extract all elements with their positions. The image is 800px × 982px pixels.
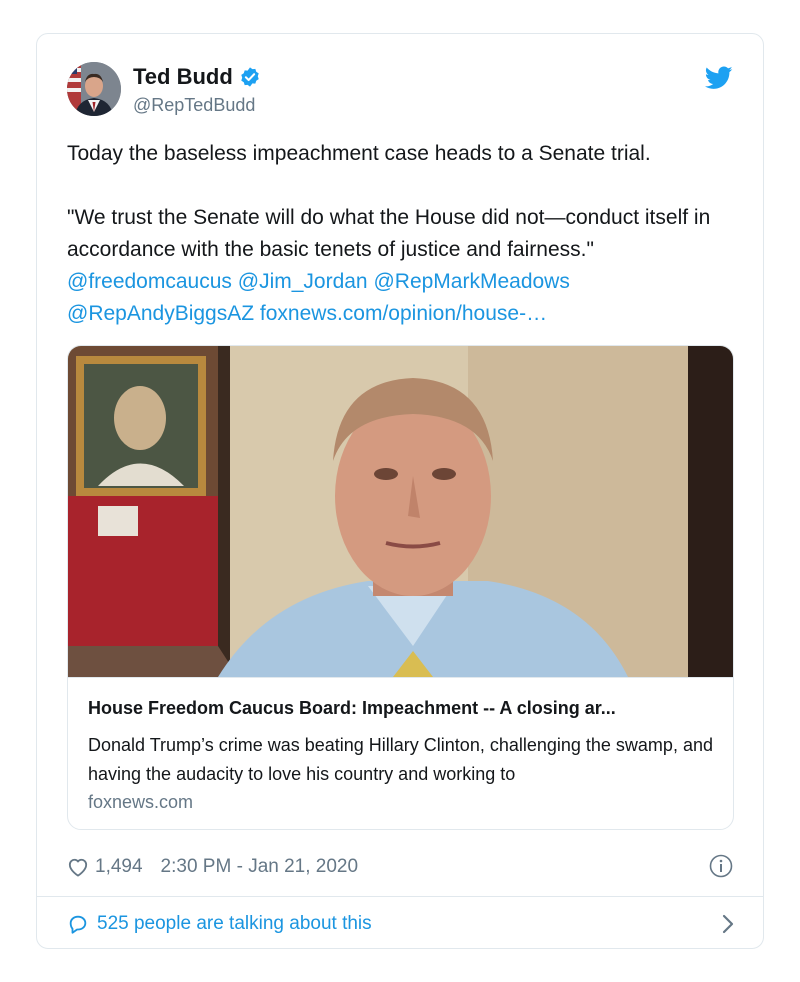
link-preview-card[interactable]: House Freedom Caucus Board: Impeachment … <box>67 345 734 830</box>
info-icon[interactable] <box>709 854 733 878</box>
conversation-link[interactable]: 525 people are talking about this <box>67 908 735 940</box>
mention-repandybiggsaz[interactable]: @RepAndyBiggsAZ <box>67 302 254 325</box>
author-name[interactable]: Ted Budd <box>133 64 261 90</box>
mention-jim-jordan[interactable]: @Jim_Jordan <box>238 270 368 293</box>
talking-count[interactable]: 525 people are talking about this <box>97 913 372 935</box>
author-handle[interactable]: @RepTedBudd <box>133 95 255 116</box>
tweet-line: Today the baseless impeachment case head… <box>67 142 651 165</box>
card-domain: foxnews.com <box>88 792 194 812</box>
speech-bubble-icon <box>69 915 87 934</box>
like-count[interactable]: 1,494 <box>95 856 143 878</box>
tweet-embed: Ted Budd @RepTedBudd Today the baseless … <box>36 33 764 949</box>
card-image[interactable] <box>68 346 734 677</box>
author-name-text[interactable]: Ted Budd <box>133 64 233 90</box>
card-body[interactable]: House Freedom Caucus Board: Impeachment … <box>68 677 733 829</box>
verified-badge-icon <box>241 67 259 87</box>
card-description: Donald Trump’s crime was beating Hillary… <box>88 735 713 784</box>
twitter-bird-icon[interactable] <box>705 66 733 90</box>
avatar[interactable] <box>67 62 121 116</box>
mention-freedomcaucus[interactable]: @freedomcaucus <box>67 270 232 293</box>
tweet-quote: "We trust the Senate will do what the Ho… <box>67 206 711 261</box>
mention-repmarkmeadows[interactable]: @RepMarkMeadows <box>373 270 569 293</box>
tweet-quote-paragraph: "We trust the Senate will do what the Ho… <box>67 202 737 330</box>
tweet-meta: 1,494 2:30 PM - Jan 21, 2020 <box>67 852 358 882</box>
heart-icon[interactable] <box>67 857 89 877</box>
tweet-text: Today the baseless impeachment case head… <box>67 138 737 330</box>
timestamp[interactable]: 2:30 PM - Jan 21, 2020 <box>161 856 359 878</box>
divider <box>37 896 763 897</box>
card-title[interactable]: House Freedom Caucus Board: Impeachment … <box>88 698 616 719</box>
chevron-right-icon[interactable] <box>721 913 735 935</box>
tweet-link[interactable]: foxnews.com/opinion/house-… <box>260 302 547 325</box>
